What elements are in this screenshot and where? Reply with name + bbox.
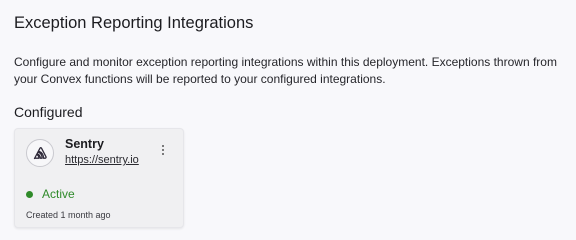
menu-dot (161, 144, 165, 147)
status-indicator: Active (26, 187, 75, 201)
page-title: Exception Reporting Integrations (14, 14, 254, 32)
created-timestamp: Created 1 month ago (26, 210, 111, 220)
status-dot-icon (26, 190, 33, 198)
integration-link[interactable]: https://sentry.io (65, 154, 139, 166)
more-vertical-icon[interactable] (157, 143, 169, 157)
integration-name: Sentry (65, 137, 104, 151)
integration-card: Sentry https://sentry.io Active Created … (14, 128, 184, 228)
menu-dot (161, 148, 165, 152)
sentry-logo-icon (26, 139, 54, 167)
integrations-page: Exception Reporting Integrations Configu… (14, 12, 562, 228)
sentry-logo-glyph (33, 147, 47, 160)
status-text: Active (42, 187, 75, 201)
page-description: Configure and monitor exception reportin… (14, 55, 557, 86)
menu-dot (161, 153, 165, 156)
section-title-configured: Configured (14, 104, 83, 120)
